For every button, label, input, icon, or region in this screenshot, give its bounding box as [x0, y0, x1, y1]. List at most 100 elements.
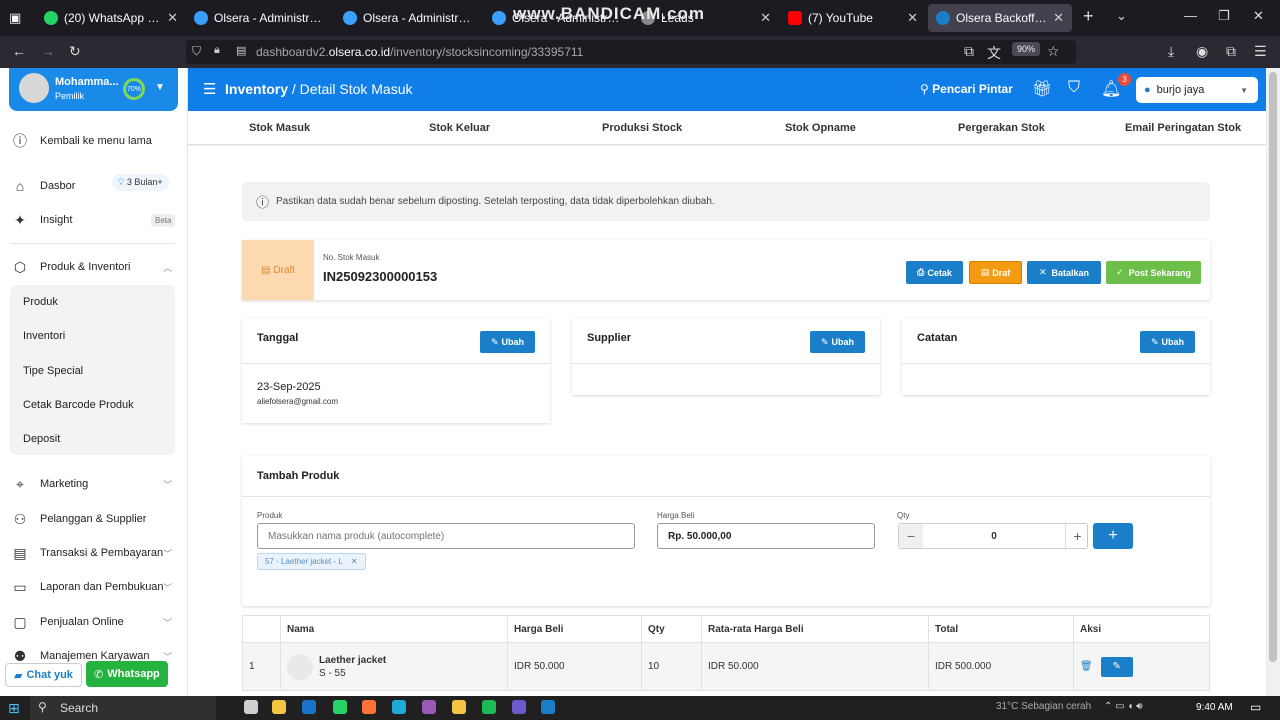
shopping-bag-icon[interactable]: ⛉	[1068, 79, 1080, 97]
sidebar-item-produk-inventori[interactable]: ⬡ Produk & Inventori ︿	[10, 252, 176, 282]
sidebar-item-laporan[interactable]: ▭ Laporan dan Pembukuan ﹀	[10, 572, 176, 602]
back-icon[interactable]: ←	[12, 43, 26, 59]
tab-email-peringatan[interactable]: Email Peringatan Stok	[1125, 122, 1241, 134]
post-now-button[interactable]: ✓ Post Sekarang	[1106, 261, 1201, 284]
url-bar[interactable]: ⛉ 🔒︎ ▤ dashboardv2.olsera.co.id/inventor…	[186, 40, 1076, 64]
add-product-button[interactable]: +	[1093, 523, 1133, 549]
sidebar-subitem-tipe-special[interactable]: Tipe Special	[23, 365, 83, 377]
reload-icon[interactable]: ↻	[69, 43, 81, 60]
close-tab-icon[interactable]: ✕	[1053, 10, 1064, 26]
tab-produksi-stock[interactable]: Produksi Stock	[602, 122, 682, 134]
taskbar-search[interactable]: ⚲ Search	[30, 696, 216, 720]
qty-increment-button[interactable]: +	[1065, 524, 1089, 548]
edit-row-button[interactable]: ✎	[1100, 656, 1133, 677]
new-tab-icon[interactable]: +	[1083, 6, 1094, 27]
outlook-icon[interactable]	[302, 700, 316, 714]
browser-tab[interactable]: (7) YouTube ✕	[780, 4, 926, 32]
weather-text[interactable]: 31°C Sebagian cerah	[996, 701, 1091, 712]
draft-button[interactable]: ▤ Draf	[969, 261, 1022, 284]
bandicam-icon[interactable]	[541, 700, 555, 714]
extensions-icon[interactable]: ⧉	[1226, 43, 1236, 60]
harga-beli-input[interactable]: Rp. 50.000,00	[657, 523, 875, 549]
tab-pergerakan-stok[interactable]: Pergerakan Stok	[958, 122, 1045, 134]
firefox-icon[interactable]	[362, 700, 376, 714]
close-tab-icon[interactable]: ✕	[907, 10, 918, 26]
page-info-icon[interactable]: ▤	[236, 44, 246, 57]
whatsapp-icon[interactable]	[333, 700, 347, 714]
screenshot-icon[interactable]: ⧉	[964, 43, 974, 60]
tray-icons[interactable]: ⌃ ▭ ◖ 🔊︎	[1104, 701, 1143, 712]
sidebar-item-transaksi[interactable]: ▤ Transaksi & Pembayaran ﹀	[10, 538, 176, 568]
sidebar-item-penjualan[interactable]: ▢ Penjualan Online ﹀	[10, 607, 176, 637]
clock[interactable]: 9:40 AM	[1196, 702, 1233, 713]
url-text[interactable]: dashboardv2.olsera.co.id/inventory/stock…	[256, 45, 583, 59]
translate-icon[interactable]: 文	[987, 43, 1001, 63]
tanggal-email: aliefolsera@gmail.com	[257, 397, 339, 406]
shield-icon[interactable]: ⛉	[192, 44, 201, 59]
edit-supplier-button[interactable]: ✎ Ubah	[810, 331, 865, 353]
windows-start-icon[interactable]: ⊞	[8, 700, 20, 717]
doc-number-label: No. Stok Masuk	[323, 253, 380, 262]
edit-tanggal-button[interactable]: ✎ Ubah	[480, 331, 535, 353]
save-icon: ▤	[980, 267, 990, 277]
account-icon[interactable]: ◉	[1196, 43, 1208, 60]
page-scrollbar[interactable]	[1266, 68, 1280, 696]
app-icon[interactable]	[512, 700, 526, 714]
tab-stok-masuk[interactable]: Stok Masuk	[249, 122, 310, 134]
sidebar-item-marketing[interactable]: ⌖ Marketing ﹀	[10, 469, 176, 499]
sidebar-subitem-cetak-barcode[interactable]: Cetak Barcode Produk	[23, 399, 134, 411]
bookmark-star-icon[interactable]: ☆	[1047, 43, 1060, 60]
chevron-down-icon[interactable]: ▼	[155, 82, 165, 93]
browser-tab-active[interactable]: Olsera Backoffice ✕	[928, 4, 1072, 32]
tab-dropdown-icon[interactable]: ⌄	[1116, 8, 1127, 24]
scrollbar-thumb[interactable]	[1269, 72, 1277, 662]
tab-stok-opname[interactable]: Stok Opname	[785, 122, 856, 134]
whatsapp-button[interactable]: ✆ Whatsapp	[86, 661, 168, 687]
download-icon[interactable]: ⤓	[1168, 43, 1174, 60]
sidebar-subitem-produk[interactable]: Produk	[23, 296, 58, 308]
sidebar-item-pelanggan[interactable]: ⚇ Pelanggan & Supplier	[10, 504, 176, 534]
product-table: Nama Harga Beli Qty Rata-rata Harga Beli…	[242, 615, 1210, 691]
maximize-icon[interactable]: ❐	[1218, 8, 1230, 24]
sidebar-subitem-deposit[interactable]: Deposit	[23, 433, 60, 445]
task-view-icon[interactable]	[244, 700, 258, 714]
row-harga-beli: IDR 50.000	[507, 642, 642, 691]
forward-icon[interactable]: →	[41, 43, 55, 59]
profile-card[interactable]: Mohamma... Pemilik 70% ▼	[9, 68, 178, 111]
produk-input[interactable]	[257, 523, 635, 549]
olsera-icon	[343, 11, 357, 25]
trash-icon[interactable]: 🗑︎	[1080, 661, 1093, 672]
zoom-level[interactable]: 90%	[1012, 42, 1041, 56]
minimize-icon[interactable]: —	[1184, 8, 1197, 23]
edge-icon[interactable]	[392, 700, 406, 714]
close-tab-icon[interactable]: ✕	[760, 10, 771, 26]
folder-icon[interactable]	[452, 700, 466, 714]
browser-tab[interactable]: Olsera - Administration	[335, 4, 481, 32]
close-tab-icon[interactable]: ✕	[167, 10, 178, 26]
smart-search-button[interactable]: ⚲ Pencari Pintar	[920, 82, 1013, 96]
browser-tab[interactable]: (20) WhatsApp Business✕	[36, 4, 186, 32]
file-explorer-icon[interactable]	[272, 700, 286, 714]
menu-icon[interactable]: ☰	[1254, 43, 1267, 60]
cancel-button[interactable]: ✕ Batalkan	[1027, 261, 1101, 284]
store-selector[interactable]: ● burjo jaya ▼	[1136, 77, 1258, 103]
notification-center-icon[interactable]: ▭	[1250, 700, 1261, 714]
print-button[interactable]: ⎙ Cetak	[906, 261, 963, 284]
tab-stok-keluar[interactable]: Stok Keluar	[429, 122, 490, 134]
sidebar-subitem-inventori[interactable]: Inventori	[23, 330, 65, 342]
breadcrumb-section[interactable]: Inventory	[225, 81, 288, 97]
browser-tab[interactable]: Olsera - Administration	[186, 4, 332, 32]
edit-catatan-button[interactable]: ✎ Ubah	[1140, 331, 1195, 353]
qty-decrement-button[interactable]: −	[899, 524, 923, 548]
qty-input[interactable]: 0	[923, 524, 1065, 548]
sidebar-item-back[interactable]: ⓘ Kembali ke menu lama	[10, 126, 176, 156]
gift-icon[interactable]: 🎁︎	[1032, 79, 1052, 99]
window-close-icon[interactable]: ✕	[1253, 8, 1264, 24]
remove-chip-icon[interactable]: ✕	[351, 557, 358, 566]
app-icon[interactable]	[422, 700, 436, 714]
spotify-icon[interactable]	[482, 700, 496, 714]
tab-list-icon[interactable]: ▣	[9, 10, 21, 26]
chat-yuk-button[interactable]: ▰ Chat yuk	[5, 663, 82, 687]
lock-icon[interactable]: 🔒︎	[214, 44, 220, 57]
hamburger-icon[interactable]: ☰	[203, 80, 216, 98]
